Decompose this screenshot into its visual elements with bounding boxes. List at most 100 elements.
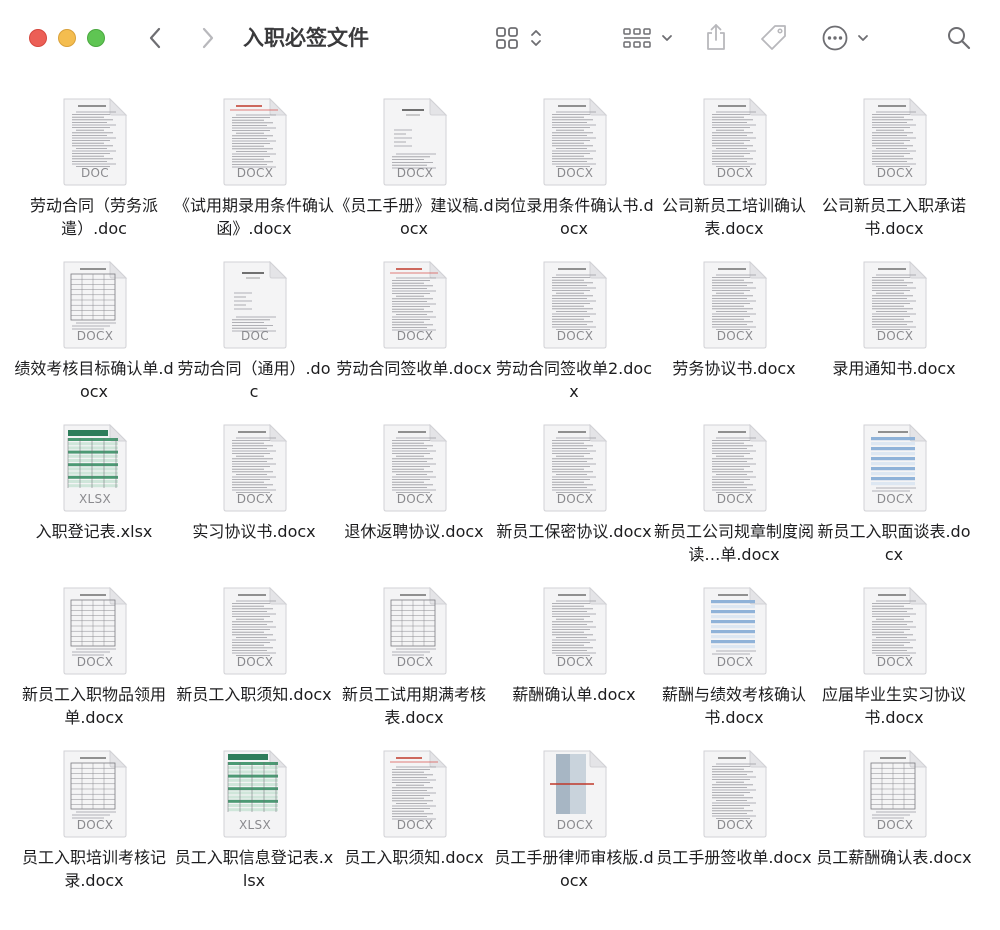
document-file-icon: DOCX xyxy=(702,424,768,512)
file-item[interactable]: DOCX 岗位录用条件确认书.docx xyxy=(494,90,654,253)
document-file-icon: DOCX xyxy=(862,750,928,838)
file-thumbnail: DOCX xyxy=(703,424,768,512)
file-item[interactable]: DOCX 新员工保密协议.docx xyxy=(494,416,654,579)
file-name: 新员工入职须知.docx xyxy=(176,685,332,704)
spreadsheet-file-icon: XLSX xyxy=(62,424,128,512)
file-thumbnail: DOC xyxy=(223,261,288,349)
document-file-icon: DOC xyxy=(222,261,288,349)
file-item[interactable]: DOCX 新员工公司规章制度阅读…单.docx xyxy=(654,416,814,579)
chevron-down-icon xyxy=(858,35,868,41)
svg-text:DOCX: DOCX xyxy=(557,329,594,343)
file-item[interactable]: DOCX 员工薪酬确认表.docx xyxy=(814,742,974,905)
close-window-button[interactable] xyxy=(29,29,47,47)
svg-text:DOCX: DOCX xyxy=(557,166,594,180)
file-item[interactable]: DOCX 绩效考核目标确认单.docx xyxy=(14,253,174,416)
more-actions-button[interactable] xyxy=(820,22,850,54)
ellipsis-circle-icon xyxy=(822,25,848,51)
svg-text:DOCX: DOCX xyxy=(557,818,594,832)
svg-text:XLSX: XLSX xyxy=(239,818,271,832)
svg-text:DOC: DOC xyxy=(241,329,269,343)
document-file-icon: DOCX xyxy=(382,98,448,186)
file-thumbnail: DOCX xyxy=(703,261,768,349)
document-file-icon: DOCX xyxy=(542,424,608,512)
file-thumbnail: DOCX xyxy=(863,424,928,512)
group-by-chevron[interactable] xyxy=(660,24,674,52)
svg-text:DOCX: DOCX xyxy=(717,492,754,506)
file-item[interactable]: DOCX 退休返聘协议.docx xyxy=(334,416,494,579)
view-mode-button[interactable] xyxy=(494,24,520,52)
search-button[interactable] xyxy=(945,23,973,53)
file-name: 新员工保密协议.docx xyxy=(496,522,652,541)
group-by-button[interactable] xyxy=(620,24,654,52)
document-file-icon: DOCX xyxy=(702,587,768,675)
file-item[interactable]: DOCX 劳动合同签收单.docx xyxy=(334,253,494,416)
file-name: 绩效考核目标确认单.docx xyxy=(14,359,174,401)
icon-grid-view-icon xyxy=(496,27,518,49)
file-name: 劳动合同签收单2.docx xyxy=(495,359,652,401)
file-thumbnail: DOCX xyxy=(383,587,448,675)
document-file-icon: DOCX xyxy=(542,750,608,838)
file-thumbnail: DOCX xyxy=(63,261,128,349)
file-item[interactable]: DOCX 《员工手册》建议稿.docx xyxy=(334,90,494,253)
share-button[interactable] xyxy=(703,20,729,54)
file-thumbnail: XLSX xyxy=(63,424,128,512)
file-thumbnail: DOCX xyxy=(223,587,288,675)
file-item[interactable]: DOCX 员工手册律师审核版.docx xyxy=(494,742,654,905)
file-item[interactable]: DOCX 薪酬确认单.docx xyxy=(494,579,654,742)
file-item[interactable]: XLSX 入职登记表.xlsx xyxy=(14,416,174,579)
file-item[interactable]: DOCX 实习协议书.docx xyxy=(174,416,334,579)
file-item[interactable]: DOCX 员工入职须知.docx xyxy=(334,742,494,905)
document-file-icon: DOCX xyxy=(222,587,288,675)
document-file-icon: DOCX xyxy=(862,587,928,675)
svg-text:DOCX: DOCX xyxy=(77,329,114,343)
file-thumbnail: DOCX xyxy=(863,98,928,186)
file-item[interactable]: XLSX 员工入职信息登记表.xlsx xyxy=(174,742,334,905)
file-thumbnail: XLSX xyxy=(223,750,288,838)
file-item[interactable]: DOCX 公司新员工入职承诺书.docx xyxy=(814,90,974,253)
file-item[interactable]: DOCX 新员工入职物品领用单.docx xyxy=(14,579,174,742)
document-file-icon: DOCX xyxy=(862,424,928,512)
file-item[interactable]: DOCX 劳务协议书.docx xyxy=(654,253,814,416)
file-item[interactable]: DOCX 应届毕业生实习协议书.docx xyxy=(814,579,974,742)
back-button[interactable] xyxy=(143,24,167,52)
file-item[interactable]: DOCX 《试用期录用条件确认函》.docx xyxy=(174,90,334,253)
file-name: 员工手册律师审核版.docx xyxy=(494,848,654,890)
more-actions-chevron[interactable] xyxy=(856,24,870,52)
document-file-icon: DOCX xyxy=(542,587,608,675)
file-item[interactable]: DOCX 员工入职培训考核记录.docx xyxy=(14,742,174,905)
svg-text:DOCX: DOCX xyxy=(77,655,114,669)
file-thumbnail: DOCX xyxy=(383,98,448,186)
tag-icon xyxy=(761,25,786,50)
minimize-window-button[interactable] xyxy=(58,29,76,47)
document-file-icon: DOCX xyxy=(862,98,928,186)
file-item[interactable]: DOCX 新员工入职须知.docx xyxy=(174,579,334,742)
file-thumbnail: DOCX xyxy=(63,587,128,675)
chevron-right-icon xyxy=(202,27,214,49)
chevron-down-icon xyxy=(662,35,672,41)
view-mode-chevron[interactable] xyxy=(528,24,544,52)
maximize-window-button[interactable] xyxy=(87,29,105,47)
file-item[interactable]: DOCX 劳动合同签收单2.docx xyxy=(494,253,654,416)
svg-text:DOC: DOC xyxy=(81,166,109,180)
file-name: 公司新员工培训确认表.docx xyxy=(661,196,806,238)
file-item[interactable]: DOCX 薪酬与绩效考核确认书.docx xyxy=(654,579,814,742)
file-item[interactable]: DOCX 员工手册签收单.docx xyxy=(654,742,814,905)
file-thumbnail: DOC xyxy=(63,98,128,186)
svg-text:DOCX: DOCX xyxy=(717,818,754,832)
file-item[interactable]: DOC 劳动合同（通用）.doc xyxy=(174,253,334,416)
file-item[interactable]: DOC 劳动合同（劳务派遣）.doc xyxy=(14,90,174,253)
svg-text:DOCX: DOCX xyxy=(397,492,434,506)
file-item[interactable]: DOCX 新员工入职面谈表.docx xyxy=(814,416,974,579)
file-thumbnail: DOCX xyxy=(703,750,768,838)
file-item[interactable]: DOCX 公司新员工培训确认表.docx xyxy=(654,90,814,253)
file-item[interactable]: DOCX 录用通知书.docx xyxy=(814,253,974,416)
file-thumbnail: DOCX xyxy=(863,261,928,349)
file-name: 员工入职信息登记表.xlsx xyxy=(174,848,334,890)
tag-button[interactable] xyxy=(758,22,790,54)
forward-button[interactable] xyxy=(196,24,220,52)
file-name: 员工入职须知.docx xyxy=(344,848,484,867)
file-thumbnail: DOCX xyxy=(863,587,928,675)
file-item[interactable]: DOCX 新员工试用期满考核表.docx xyxy=(334,579,494,742)
svg-text:DOCX: DOCX xyxy=(877,166,914,180)
document-file-icon: DOCX xyxy=(702,750,768,838)
